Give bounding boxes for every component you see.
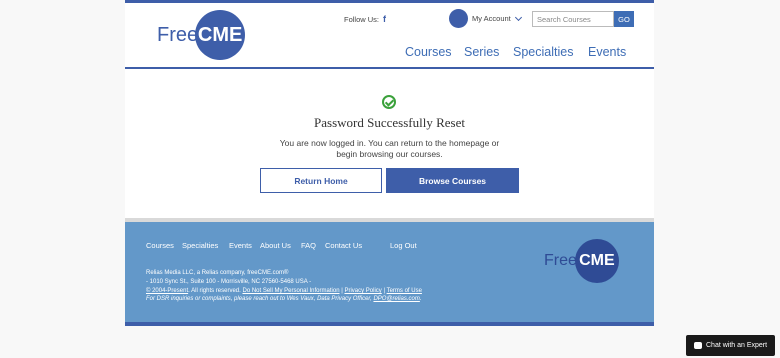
- browse-courses-button[interactable]: Browse Courses: [386, 168, 519, 193]
- avatar[interactable]: [449, 9, 468, 28]
- footer-legal-line: © 2004-Present. All rights reserved. Do …: [146, 288, 422, 294]
- nav-courses[interactable]: Courses: [405, 45, 452, 59]
- dpo-email-link[interactable]: DPO@relias.com: [373, 296, 419, 302]
- return-home-button[interactable]: Return Home: [260, 168, 382, 193]
- success-message: You are now logged in. You can return to…: [258, 138, 521, 160]
- follow-us: Follow Us: f: [344, 14, 386, 24]
- page-title: Password Successfully Reset: [314, 115, 465, 130]
- message-line-1: You are now logged in. You can return to…: [279, 138, 500, 148]
- nav-events[interactable]: Events: [588, 45, 626, 59]
- footer-dsr-line: For DSR inquiries or complaints, please …: [146, 296, 422, 302]
- nav-divider: [125, 67, 654, 69]
- chat-with-expert-button[interactable]: Chat with an Expert: [686, 335, 775, 356]
- privacy-policy-link[interactable]: Privacy Policy: [344, 288, 381, 294]
- footer-address-line: - 1010 Sync St., Suite 100 - Morrisville…: [146, 279, 312, 285]
- my-account-menu[interactable]: My Account: [472, 13, 522, 23]
- freecme-logo[interactable]: Free CME: [157, 10, 246, 60]
- footer-freecme-logo[interactable]: Free CME: [544, 239, 619, 283]
- logo-free-text: Free: [157, 23, 199, 46]
- search-input[interactable]: [532, 11, 614, 27]
- chevron-down-icon: [514, 13, 522, 21]
- terms-of-use-link[interactable]: Terms of Use: [387, 288, 422, 294]
- chat-label: Chat with an Expert: [706, 342, 768, 349]
- do-not-sell-link[interactable]: Do Not Sell My Personal Information: [242, 288, 339, 294]
- separator: |: [341, 288, 343, 294]
- footer-bottom-rule: [125, 322, 654, 326]
- nav-series[interactable]: Series: [464, 45, 499, 59]
- logo-cme-badge: CME: [195, 10, 246, 60]
- footer-link-faq[interactable]: FAQ: [301, 241, 316, 250]
- copyright-link[interactable]: © 2004-Present: [146, 288, 188, 294]
- follow-us-label: Follow Us:: [344, 14, 380, 24]
- footer-company-line: Relias Media LLC, a Relias company, free…: [146, 270, 289, 276]
- footer-link-log-out[interactable]: Log Out: [390, 241, 417, 250]
- search-go-button[interactable]: GO: [614, 11, 634, 27]
- footer-link-courses[interactable]: Courses: [146, 241, 174, 250]
- footer-logo-cme-badge: CME: [574, 239, 619, 283]
- message-line-2: begin browsing our courses.: [336, 149, 443, 159]
- chat-bubble-icon: [694, 342, 702, 349]
- footer-logo-free-text: Free: [544, 252, 577, 269]
- separator: |: [383, 288, 386, 294]
- nav-specialties[interactable]: Specialties: [513, 45, 573, 59]
- footer-link-events[interactable]: Events: [229, 241, 252, 250]
- top-rule: [125, 0, 654, 3]
- checkmark-icon: [382, 95, 396, 109]
- footer-link-about-us[interactable]: About Us: [260, 241, 291, 250]
- period: .: [419, 296, 422, 302]
- footer-link-specialties[interactable]: Specialties: [182, 241, 218, 250]
- my-account-label: My Account: [472, 14, 511, 23]
- footer-link-contact-us[interactable]: Contact Us: [325, 241, 362, 250]
- dsr-text: For DSR inquiries or complaints, please …: [146, 296, 372, 302]
- rights-text: . All rights reserved.: [188, 288, 241, 294]
- facebook-icon[interactable]: f: [383, 14, 386, 24]
